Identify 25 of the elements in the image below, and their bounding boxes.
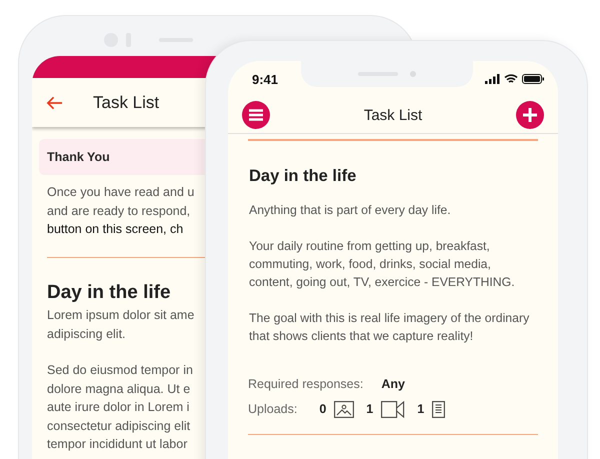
body-text-line: adipiscing elit. — [47, 326, 127, 343]
upload-count: 1 — [417, 402, 424, 416]
meta-label: Uploads: — [248, 402, 298, 416]
screen-title: Task List — [364, 106, 422, 124]
task-description: Your daily routine from getting up, breakfast, commuting, work, food, drinks, social media, content, going out, TV, exercice - EVERYTHING. — [249, 238, 516, 290]
screen-title: Task List — [93, 92, 160, 112]
notice-title: Thank You — [47, 150, 110, 164]
task-description: The goal with this is real life imagery of the ordinary that shows clients that we capture reality! — [249, 310, 530, 344]
body-text-line: Lorem ipsum dolor sit ame — [47, 307, 194, 324]
status-time: 9:41 — [252, 72, 278, 86]
meta-label: Required responses: — [248, 376, 364, 390]
notice-text-line: and are ready to respond, — [47, 202, 192, 220]
section-heading: Day in the life — [47, 282, 171, 304]
body-text-line: dolore magna aliqua. Ut e — [47, 380, 192, 398]
meta-value: Any — [381, 376, 405, 390]
body-text-line: consectetur adipiscing elit — [47, 418, 192, 435]
body-text-line: Sed do eiusmod tempor in — [47, 362, 193, 379]
body-text-line: tempor incididunt ut labor — [47, 436, 188, 453]
task-description: Anything that is part of every day life. — [249, 202, 451, 218]
notice-text-line: button on this screen, ch — [47, 221, 184, 238]
task-heading: Day in the life — [249, 166, 356, 186]
body-text-line: aute irure dolor in Lorem i — [47, 399, 190, 416]
upload-count: 0 — [319, 402, 326, 416]
upload-count: 1 — [366, 402, 374, 416]
notice-text-line: Once you have read and u — [47, 184, 194, 201]
